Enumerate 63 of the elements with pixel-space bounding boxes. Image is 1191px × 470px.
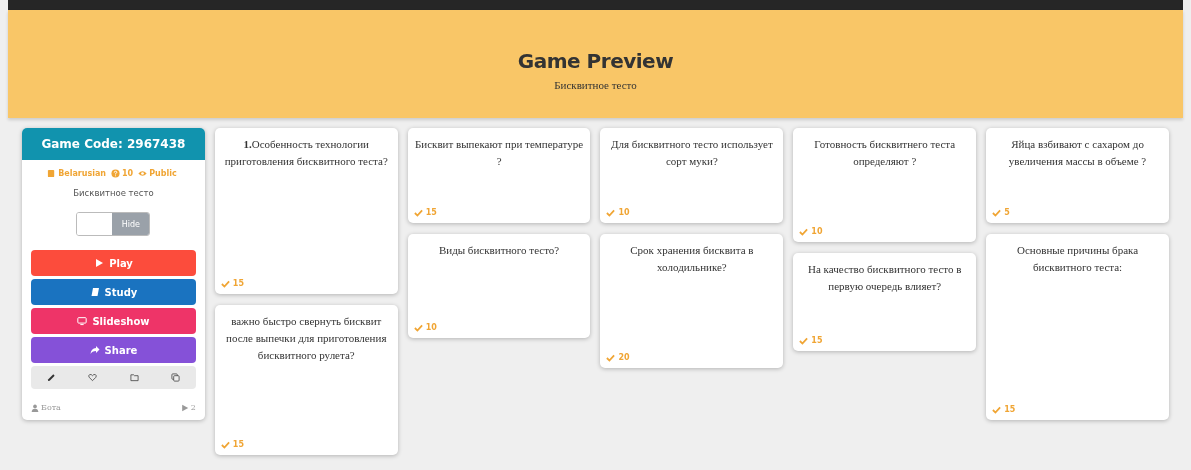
- copy-icon[interactable]: [170, 373, 180, 382]
- question-card[interactable]: Для бисквитного тесто использует сорт муки? 10: [600, 128, 784, 223]
- check-icon: [799, 227, 809, 236]
- question-text: На качество бисквитного тесто в первую очередь влияет?: [807, 262, 963, 294]
- points-label: 10: [425, 323, 437, 332]
- question-card[interactable]: Виды бисквитного тесто? 10: [407, 234, 591, 338]
- question-text: Срок хранения бисквита в холодильнике?: [629, 243, 755, 275]
- action-button[interactable]: Study: [31, 279, 196, 305]
- check-icon: [606, 208, 616, 217]
- question-text: важно быстро свернуть бисквит после выпечки для приготовления бисквитного рулета?: [225, 314, 388, 363]
- visibility-label: Public: [149, 169, 177, 178]
- check-icon: [413, 208, 423, 217]
- author-name: Бота: [41, 403, 61, 412]
- heart-icon[interactable]: [88, 373, 98, 382]
- question-text: Бисквит выпекают при температуре ?: [413, 137, 585, 169]
- question-text: Готовность бисквитнего теста определяют ?: [813, 137, 957, 169]
- check-icon: [220, 279, 230, 288]
- play-icon: [180, 403, 189, 412]
- language-label: Belarusian: [58, 169, 107, 178]
- question-card[interactable]: важно быстро свернуть бисквит после выпечки для приготовления бисквитного рулета? 15: [214, 305, 398, 455]
- question-text: 1.Особенность технологии приготовления бисквитного теста?: [223, 137, 389, 169]
- points-label: 10: [618, 208, 630, 217]
- question-card[interactable]: 1.Особенность технологии приготовления бисквитного теста? 15: [214, 128, 398, 294]
- game-code: Game Code: 2967438: [22, 128, 205, 160]
- question-text: Для бисквитного тесто использует сорт муки?: [610, 137, 774, 169]
- points-label: 20: [618, 353, 630, 362]
- folder-icon[interactable]: [129, 373, 139, 382]
- points-label: 15: [232, 440, 244, 449]
- game-name: Бисквитное тесто: [72, 188, 155, 198]
- share-icon: [89, 345, 100, 355]
- check-icon: [992, 208, 1002, 217]
- question-icon: [111, 169, 121, 178]
- check-icon: [992, 405, 1002, 414]
- question-card[interactable]: На качество бисквитного тесто в первую очередь влияет? 15: [793, 253, 977, 351]
- action-button[interactable]: Slideshow: [31, 308, 196, 334]
- question-card[interactable]: Яйца взбивают с сахаром до увеличения массы в объеме ? 5: [986, 128, 1169, 223]
- points-label: 15: [1004, 405, 1016, 414]
- monitor-icon: [77, 316, 88, 326]
- question-card[interactable]: Бисквит выпекают при температуре ? 15: [407, 128, 591, 223]
- points-label: 15: [232, 279, 244, 288]
- question-card[interactable]: Срок хранения бисквита в холодильнике? 20: [600, 234, 784, 368]
- question-card[interactable]: Основные причины брака бисквитного теста: 15: [986, 234, 1169, 420]
- points-label: 15: [425, 208, 437, 217]
- page-subtitle: Бисквитное тесто: [554, 79, 637, 91]
- action-button[interactable]: Share: [31, 337, 196, 363]
- check-icon: [606, 353, 616, 362]
- question-text: Основные причины брака бисквитного теста:: [1016, 243, 1140, 275]
- question-text: Виды бисквитного тесто?: [437, 243, 561, 258]
- user-icon: [31, 403, 39, 412]
- check-icon: [413, 323, 423, 332]
- eye-icon: [138, 169, 148, 178]
- points-label: 15: [811, 336, 823, 345]
- check-icon: [799, 336, 809, 345]
- page-title: Game Preview: [517, 49, 674, 73]
- question-count: 10: [122, 169, 134, 178]
- question-text: Яйца взбивают с сахаром до увеличения массы в объеме ?: [1007, 137, 1148, 169]
- points-label: 5: [1004, 208, 1010, 217]
- check-icon: [220, 440, 230, 449]
- play-icon: [94, 258, 105, 268]
- points-label: 10: [811, 227, 823, 236]
- play-count: 2: [190, 403, 196, 412]
- question-card[interactable]: Готовность бисквитнего теста определяют ? 10: [793, 128, 977, 242]
- pencil-icon[interactable]: [47, 373, 57, 382]
